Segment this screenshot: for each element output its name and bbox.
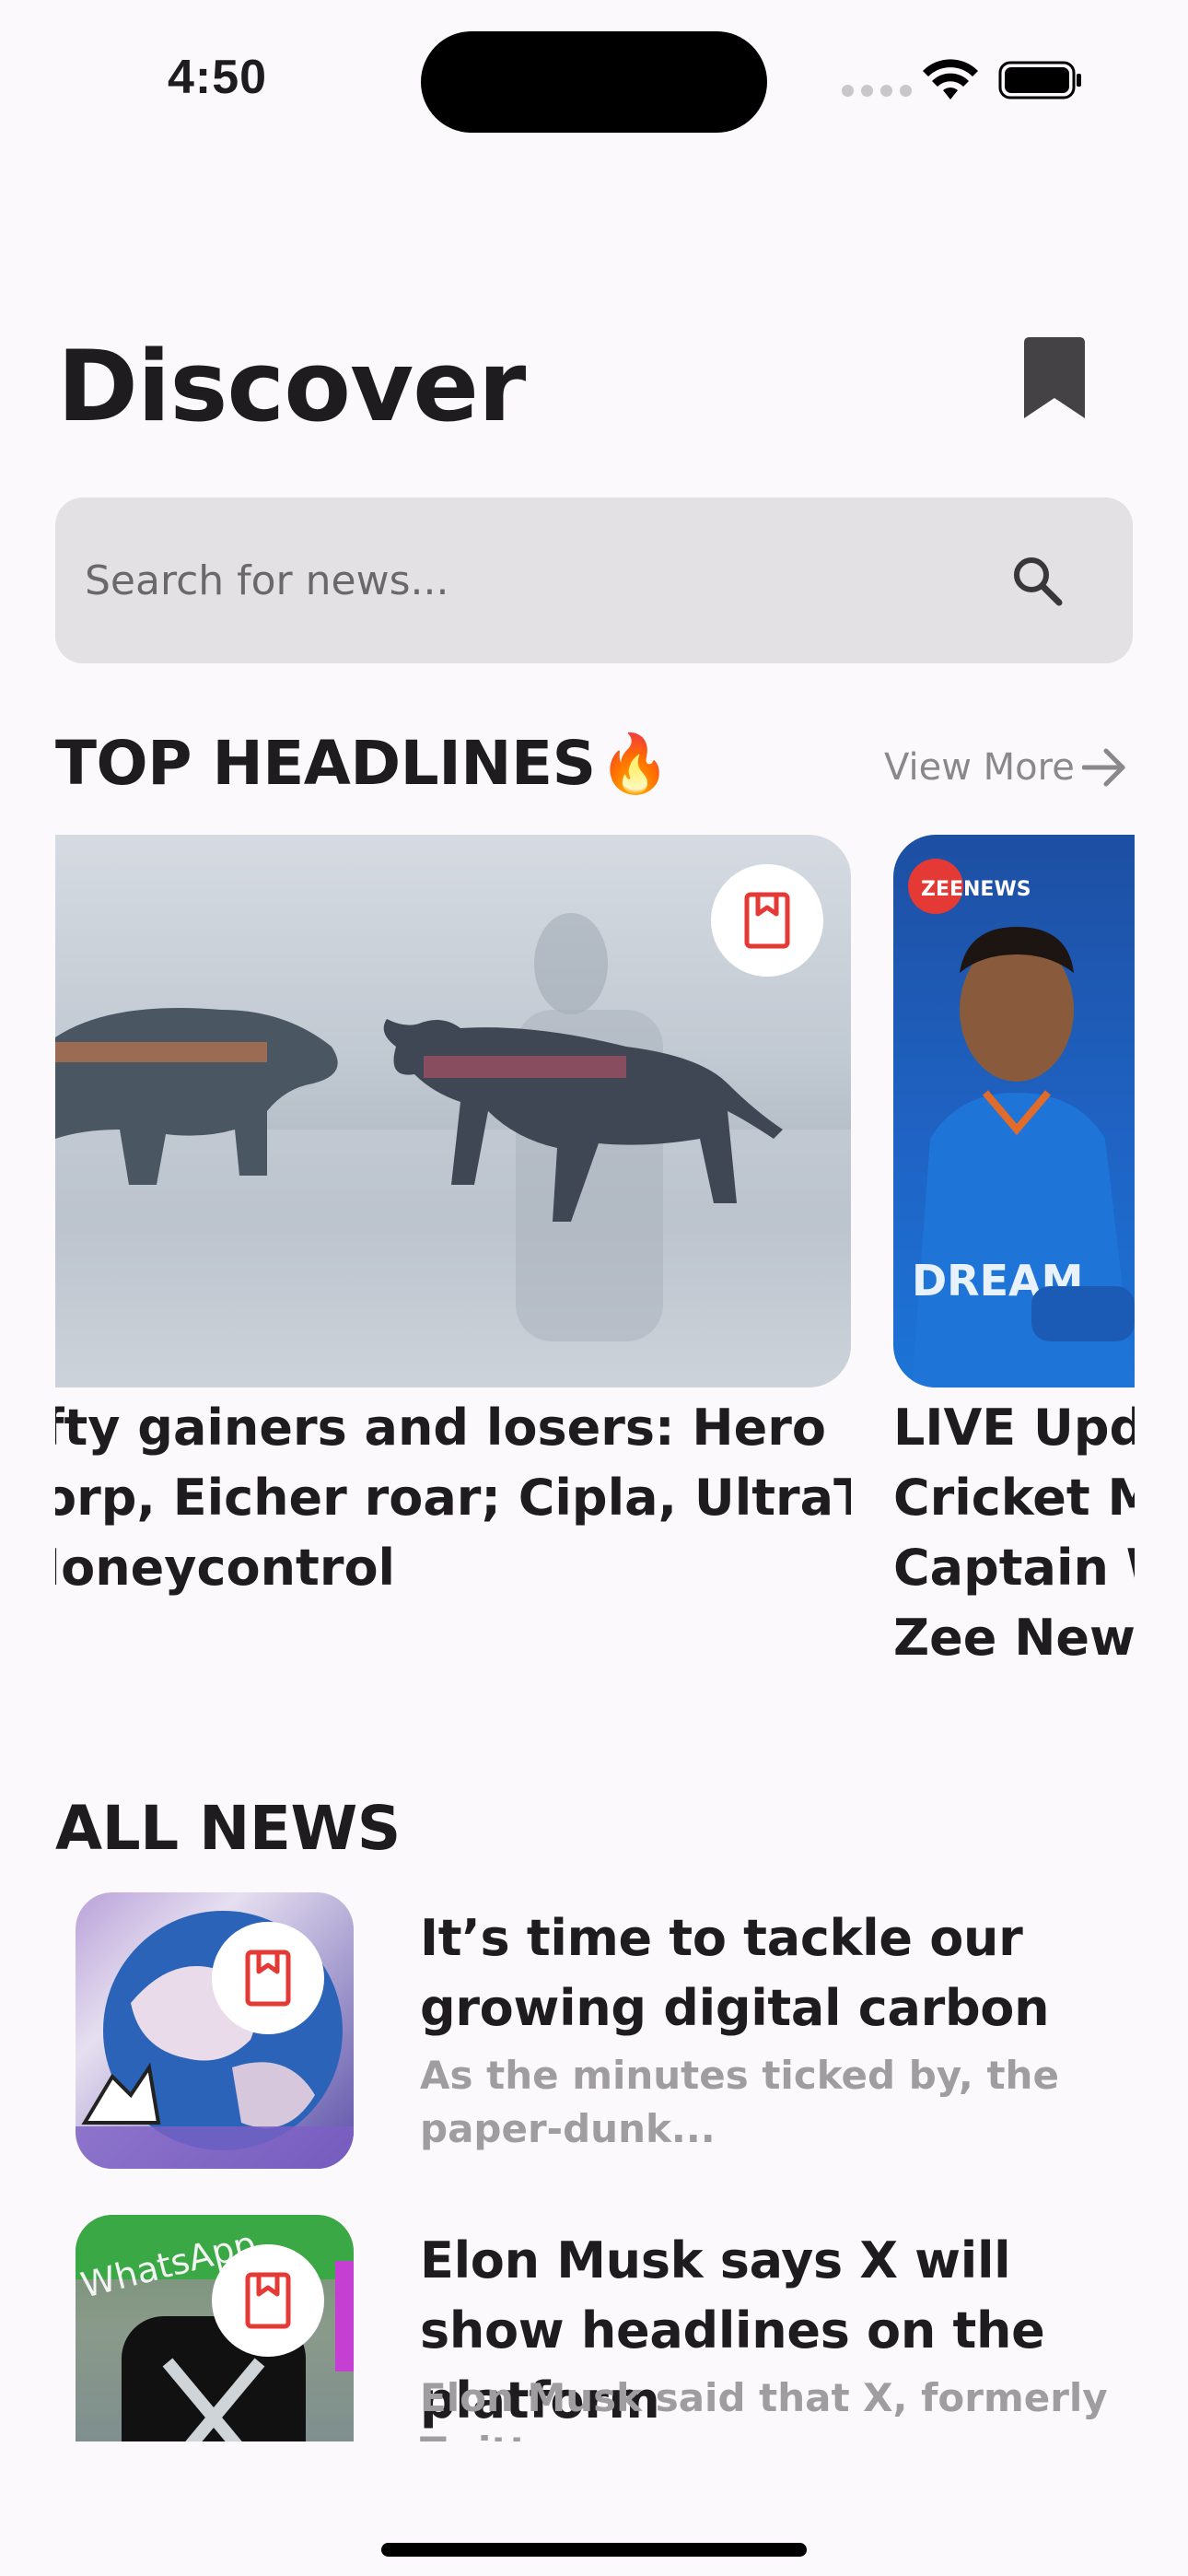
news-bookmark-button[interactable] [212, 1922, 324, 2034]
page-title: Discover [57, 330, 526, 443]
status-time: 4:50 [168, 51, 268, 104]
view-more-link[interactable]: View More [884, 746, 1128, 789]
dynamic-island [421, 31, 767, 133]
zee-news-badge: ZEENEWS [921, 878, 1031, 901]
news-title: It’s time to tackle our growing digital … [420, 1909, 1050, 2037]
bookmark-outline-icon [245, 2272, 291, 2329]
search-input[interactable] [85, 544, 1006, 617]
news-list-item[interactable]: It’s time to tackle our growing digital … [76, 1892, 1133, 2169]
card-bookmark-button[interactable] [711, 864, 823, 977]
headline-card-title[interactable]: LIVE Upda Cricket Ma Captain W Zee News [893, 1393, 1135, 1673]
headline-card-image[interactable]: ZEENEWS DREAM [893, 835, 1135, 1388]
bookmark-outline-icon [744, 892, 790, 949]
all-news-title: ALL NEWS [55, 1793, 401, 1864]
headline-card-title[interactable]: fty gainers and losers: Hero orp, Eicher… [55, 1393, 851, 1603]
wifi-icon [923, 59, 978, 100]
top-headlines-heading: TOP HEADLINES 🔥 [55, 728, 670, 799]
fire-emoji: 🔥 [599, 729, 670, 797]
bookmark-icon[interactable] [1020, 335, 1089, 420]
news-description: As the minutes ticked by, the paper-dunk… [420, 2053, 1059, 2151]
cellular-signal-icon [842, 85, 912, 97]
bookmark-outline-icon [245, 1950, 291, 2007]
headline-card-image[interactable] [55, 835, 851, 1388]
top-headlines-title: TOP HEADLINES [55, 728, 596, 799]
news-bookmark-button[interactable] [212, 2244, 324, 2357]
news-thumbnail [76, 1892, 354, 2169]
battery-icon [998, 61, 1081, 100]
arrow-right-icon [1081, 748, 1125, 787]
search-icon[interactable] [1009, 553, 1065, 608]
search-bar[interactable] [55, 498, 1133, 663]
cricketer-photo: ZEENEWS DREAM [908, 859, 1135, 1388]
home-indicator[interactable] [381, 2543, 807, 2557]
view-more-label: View More [884, 746, 1075, 789]
